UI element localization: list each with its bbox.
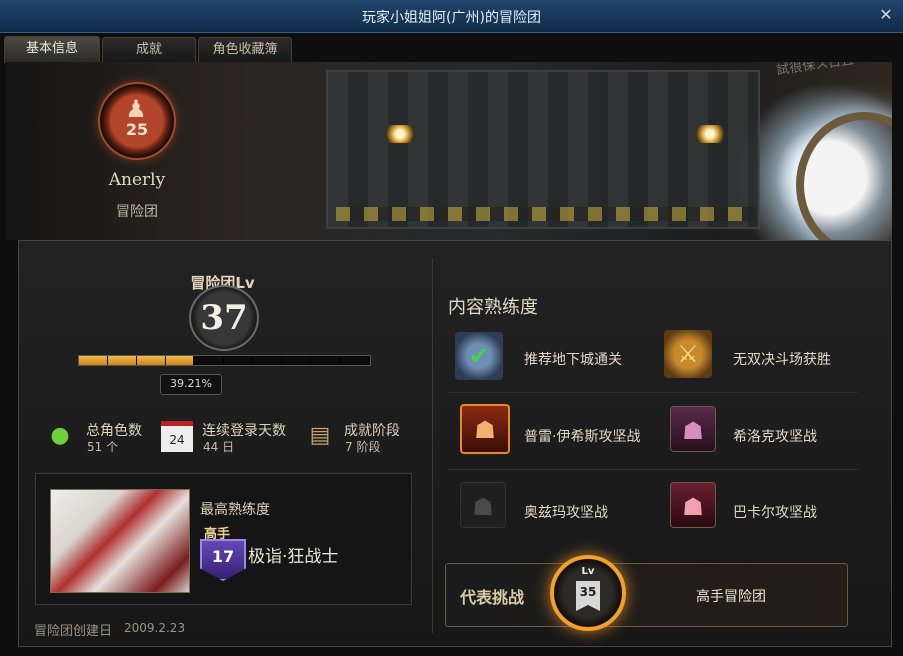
- mastery-hilder-label: 希洛克攻坚战: [733, 429, 817, 445]
- title-bar: 玩家小姐姐阿(广州)的冒险团 ✕: [0, 0, 903, 33]
- tab-achievements[interactable]: 成就: [102, 37, 196, 62]
- close-icon[interactable]: ✕: [875, 4, 897, 26]
- character-portrait[interactable]: [50, 489, 190, 593]
- mastery-ozma-label: 奥兹玛攻坚战: [524, 505, 608, 521]
- arena-shield-icon[interactable]: ⚔: [664, 330, 712, 378]
- representative-challenge[interactable]: 代表挑战 Lv 35 高手冒险团: [445, 555, 848, 631]
- representative-title: 高手冒险团: [696, 589, 766, 605]
- bakal-icon[interactable]: ☗: [670, 482, 716, 528]
- mastery-dungeon-label: 推荐地下城通关: [524, 352, 622, 368]
- progress-segments: [79, 356, 370, 365]
- emblem-level: 25: [125, 120, 149, 139]
- hilder-icon[interactable]: ☗: [670, 406, 716, 452]
- window-title: 玩家小姐姐阿(广州)的冒险团: [362, 10, 541, 26]
- best-character-card: 最高熟练度 高手 17 极诣·狂战士: [35, 473, 412, 605]
- club-level-badge: 37: [189, 285, 259, 351]
- banner-tag: 試很保ス日且: [775, 62, 855, 79]
- club-name: Anerly: [108, 170, 166, 190]
- progress-tooltip: 39.21%: [160, 374, 222, 395]
- tab-character-collection[interactable]: 角色收藏簿: [198, 37, 292, 62]
- panel-divider: [432, 258, 433, 633]
- row-divider: [448, 469, 858, 470]
- club-level-value: 37: [200, 298, 248, 338]
- machine-background: [326, 70, 760, 229]
- badge-level: 35: [579, 585, 597, 599]
- representative-badge: Lv 35: [550, 555, 626, 631]
- hazard-stripe: [336, 207, 756, 221]
- prey-isys-icon[interactable]: ☗: [460, 404, 510, 454]
- badge-lv-prefix: Lv: [581, 566, 595, 577]
- representative-label: 代表挑战: [460, 588, 525, 607]
- login-days-value: 44 日: [203, 440, 235, 454]
- total-characters-label: 总角色数: [86, 423, 142, 439]
- lamp-right: [696, 125, 724, 143]
- created-label: 冒险团创建日: [34, 624, 113, 639]
- tab-basic-info[interactable]: 基本信息: [4, 36, 100, 63]
- rank-level: 17: [211, 547, 235, 566]
- row-divider: [448, 392, 858, 393]
- best-class-name: 极诣·狂战士: [248, 547, 339, 567]
- login-days-label: 连续登录天数: [202, 423, 286, 439]
- progress-percent: 39.21%: [170, 377, 212, 390]
- scroll-icon: ▤: [309, 423, 331, 448]
- club-emblem[interactable]: ♟ 25: [98, 82, 176, 160]
- calendar-icon: 24: [161, 421, 193, 452]
- mastery-arena-label: 无双决斗场获胜: [733, 352, 831, 368]
- rank-shield-icon: 17: [200, 539, 246, 581]
- mastery-prey-label: 普雷·伊希斯攻坚战: [524, 429, 641, 445]
- total-characters-value: 51 个: [87, 440, 119, 454]
- ozma-icon[interactable]: ☗: [460, 482, 506, 528]
- level-progress-bar: [78, 355, 371, 366]
- club-label: 冒险团: [116, 204, 158, 220]
- achievement-stage-label: 成就阶段: [344, 423, 400, 439]
- badge-flag-icon: 35: [576, 581, 600, 611]
- character-group-icon: ●: [50, 423, 70, 448]
- portal-ring: [796, 112, 892, 240]
- dungeon-check-icon[interactable]: ✔: [455, 332, 503, 380]
- mastery-title: 内容熟练度: [448, 297, 538, 318]
- lamp-left: [386, 125, 414, 143]
- mastery-bakal-label: 巴卡尔攻坚战: [733, 505, 817, 521]
- achievement-stage-value: 7 阶段: [345, 440, 381, 454]
- created-date: 2009.2.23: [124, 621, 186, 635]
- best-mastery-label: 最高熟练度: [200, 502, 270, 518]
